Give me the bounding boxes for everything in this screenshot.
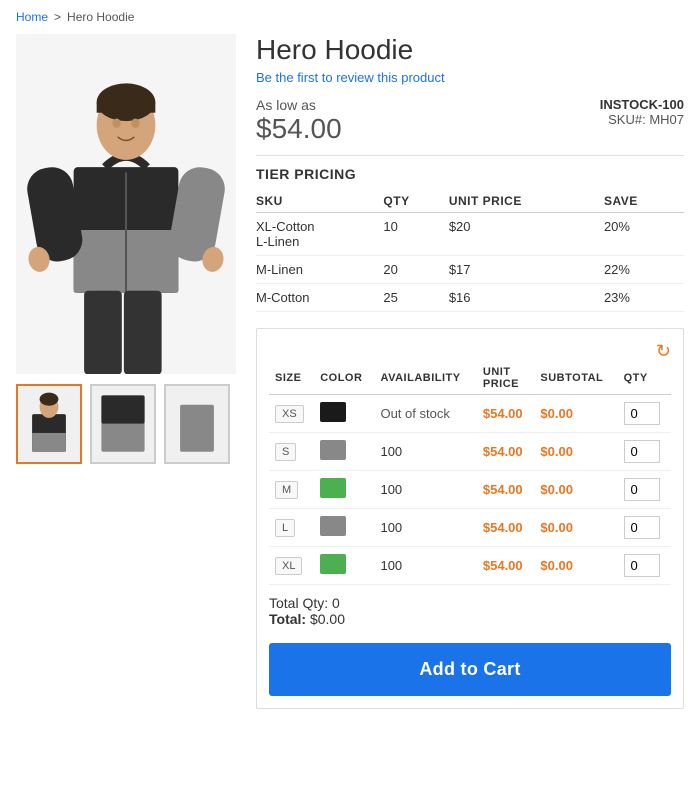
tier-unit-price: $17 [449, 256, 604, 284]
tier-pricing-section: TIER PRICING SKU QTY UNIT PRICE SAVE XL-… [256, 166, 684, 312]
color-swatch [320, 402, 346, 422]
tier-pricing-table: SKU QTY UNIT PRICE SAVE XL-Cotton L-Line… [256, 190, 684, 312]
tier-col-sku: SKU [256, 190, 383, 213]
tier-save: 20% [604, 213, 684, 256]
color-swatch [320, 478, 346, 498]
tier-sku: M-Cotton [256, 284, 383, 312]
main-content: Hero Hoodie Be the first to review this … [0, 34, 700, 729]
sku-value: MH07 [649, 112, 684, 127]
review-link[interactable]: Be the first to review this product [256, 70, 684, 85]
tier-save: 23% [604, 284, 684, 312]
tier-sku: XL-Cotton L-Linen [256, 213, 383, 256]
tier-sku: M-Linen [256, 256, 383, 284]
availability-text: 100 [380, 444, 402, 459]
totals: Total Qty: 0 Total: $0.00 [269, 585, 671, 631]
subtotal: $0.00 [540, 406, 573, 421]
instock-label: INSTOCK-100 [600, 97, 684, 112]
breadcrumb: Home > Hero Hoodie [0, 0, 700, 34]
variant-col-size: SIZE [269, 362, 314, 395]
qty-input[interactable] [624, 554, 660, 577]
subtotal: $0.00 [540, 482, 573, 497]
variant-row: XL 100 $54.00 $0.00 [269, 547, 671, 585]
total-qty-label: Total Qty: [269, 595, 328, 611]
qty-input[interactable] [624, 440, 660, 463]
sku-info: SKU#: MH07 [600, 112, 684, 127]
variant-row: S 100 $54.00 $0.00 [269, 433, 671, 471]
subtotal: $0.00 [540, 444, 573, 459]
price-section: As low as $54.00 INSTOCK-100 SKU#: MH07 [256, 97, 684, 145]
size-badge: M [275, 481, 298, 499]
tier-row: M-Linen 20 $17 22% [256, 256, 684, 284]
unit-price: $54.00 [483, 444, 523, 459]
availability-text: 100 [380, 520, 402, 535]
size-badge: L [275, 519, 295, 537]
variant-table: SIZE COLOR AVAILABILITY UNITPRICE SUBTOT… [269, 362, 671, 585]
variant-col-subtotal: SUBTOTAL [534, 362, 617, 395]
tier-qty: 10 [383, 213, 448, 256]
tier-col-unit-price: UNIT PRICE [449, 190, 604, 213]
unit-price: $54.00 [483, 406, 523, 421]
total-label: Total: [269, 611, 306, 627]
qty-input[interactable] [624, 402, 660, 425]
breadcrumb-home[interactable]: Home [16, 10, 48, 24]
thumbnail-1[interactable] [16, 384, 82, 464]
variant-col-qty: QTY [618, 362, 671, 395]
qty-input[interactable] [624, 478, 660, 501]
variant-col-availability: AVAILABILITY [374, 362, 476, 395]
variant-col-unit-price: UNITPRICE [477, 362, 535, 395]
breadcrumb-separator: > [54, 10, 61, 24]
product-image-svg [16, 34, 236, 374]
size-badge: XL [275, 557, 302, 575]
qty-input[interactable] [624, 516, 660, 539]
sku-label: SKU#: [608, 112, 646, 127]
unit-price: $54.00 [483, 558, 523, 573]
stock-info: INSTOCK-100 SKU#: MH07 [600, 97, 684, 127]
unit-price: $54.00 [483, 482, 523, 497]
tier-qty: 20 [383, 256, 448, 284]
tier-col-qty: QTY [383, 190, 448, 213]
tier-save: 22% [604, 256, 684, 284]
tier-qty: 25 [383, 284, 448, 312]
total-qty-value: 0 [332, 595, 340, 611]
unit-price: $54.00 [483, 520, 523, 535]
availability-text: 100 [380, 558, 402, 573]
thumbnail-3[interactable] [164, 384, 230, 464]
variant-section: ↻ SIZE COLOR AVAILABILITY UNITPRICE SUBT… [256, 328, 684, 709]
refresh-icon[interactable]: ↻ [656, 341, 671, 362]
tier-unit-price: $20 [449, 213, 604, 256]
product-price: $54.00 [256, 113, 342, 145]
tier-pricing-title: TIER PRICING [256, 166, 684, 182]
thumbnail-list [16, 384, 236, 464]
color-swatch [320, 440, 346, 460]
product-info: Hero Hoodie Be the first to review this … [256, 34, 684, 709]
tier-row: XL-Cotton L-Linen 10 $20 20% [256, 213, 684, 256]
tier-unit-price: $16 [449, 284, 604, 312]
total-value: $0.00 [310, 611, 345, 627]
product-images [16, 34, 236, 709]
availability-text: 100 [380, 482, 402, 497]
divider-1 [256, 155, 684, 156]
availability-text: Out of stock [380, 406, 449, 421]
main-product-image [16, 34, 236, 374]
subtotal: $0.00 [540, 558, 573, 573]
variant-row: M 100 $54.00 $0.00 [269, 471, 671, 509]
add-to-cart-button[interactable]: Add to Cart [269, 643, 671, 696]
size-badge: S [275, 443, 296, 461]
product-title: Hero Hoodie [256, 34, 684, 66]
tier-col-save: SAVE [604, 190, 684, 213]
subtotal: $0.00 [540, 520, 573, 535]
variant-row: XS Out of stock $54.00 $0.00 [269, 395, 671, 433]
as-low-as-label: As low as [256, 97, 342, 113]
breadcrumb-current: Hero Hoodie [67, 10, 134, 24]
color-swatch [320, 516, 346, 536]
tier-row: M-Cotton 25 $16 23% [256, 284, 684, 312]
color-swatch [320, 554, 346, 574]
size-badge: XS [275, 405, 304, 423]
thumbnail-2[interactable] [90, 384, 156, 464]
variant-row: L 100 $54.00 $0.00 [269, 509, 671, 547]
variant-col-color: COLOR [314, 362, 374, 395]
